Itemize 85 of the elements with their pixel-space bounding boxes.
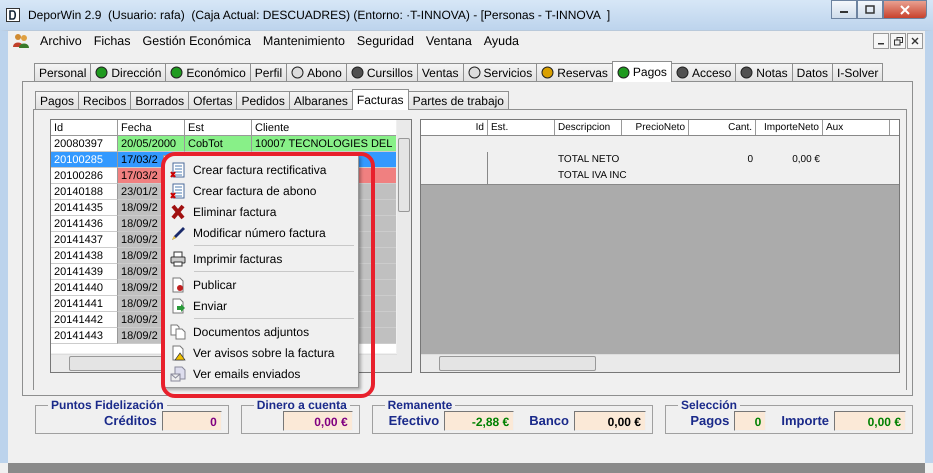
tab[interactable]: Cursillos <box>346 63 418 81</box>
documents-icon <box>170 324 186 340</box>
tab[interactable]: Ventas <box>416 63 464 81</box>
tab[interactable]: Ofertas <box>188 91 238 109</box>
menu-item[interactable]: Ventana <box>420 34 478 48</box>
people-icon[interactable] <box>12 33 30 49</box>
tab[interactable]: Perfil <box>250 63 288 81</box>
close-icon <box>899 4 911 14</box>
value-field: 0 <box>734 410 766 430</box>
field-label: Créditos <box>104 413 157 428</box>
group-title: Remanente <box>386 398 454 412</box>
field-label: Pagos <box>690 413 730 428</box>
column-header[interactable]: Id <box>51 120 118 136</box>
column-header[interactable]: Id <box>421 120 488 135</box>
table-cell: 10007 TECNOLOGIES DEL <box>252 136 396 152</box>
menu-item[interactable]: Seguridad <box>350 34 420 48</box>
column-header[interactable]: Descripcion <box>555 120 622 135</box>
vertical-scrollbar[interactable] <box>397 120 411 355</box>
menu-item[interactable]: Gestión Económica <box>136 34 257 48</box>
tab[interactable]: Reservas <box>536 63 613 81</box>
menu-item[interactable]: Ver emails enviados <box>166 363 356 384</box>
field-label: Importe <box>781 413 829 428</box>
maximize-icon <box>865 5 875 14</box>
tab[interactable]: Personal <box>34 63 92 81</box>
envelope-icon <box>170 366 186 382</box>
column-header[interactable]: Aux <box>823 120 890 135</box>
send-icon <box>170 298 186 314</box>
tab[interactable]: Acceso <box>670 63 736 81</box>
tab[interactable]: Pagos <box>35 91 80 109</box>
column-header[interactable]: ImporteNeto <box>756 120 823 135</box>
field-label: Efectivo <box>388 413 440 428</box>
printer-icon <box>170 250 186 266</box>
tab[interactable]: Notas <box>735 63 793 81</box>
tab[interactable]: Económico <box>165 63 251 81</box>
tab[interactable]: I-Solver <box>832 63 884 81</box>
tab[interactable]: Partes de trabajo <box>408 91 509 109</box>
value-field: 0,00 € <box>574 410 646 430</box>
field-label: Banco <box>529 413 569 428</box>
menu-item[interactable]: Ver avisos sobre la factura <box>166 342 356 363</box>
value-field: 0 <box>162 410 222 430</box>
tab[interactable]: Borrados <box>130 91 190 109</box>
document-icon <box>170 276 186 292</box>
horizontal-scrollbar[interactable] <box>421 354 899 372</box>
window-title: DeporWin 2.9 (Usuario: rafa) (Caja Actual: DESCUADRES) (Entorno: ·T-INNOVA) - [Personas - T-INNOVA ] <box>28 8 610 22</box>
menu-item[interactable]: Fichas <box>88 34 137 48</box>
table-cell-text: 0 <box>746 153 754 167</box>
warning-icon <box>170 344 186 360</box>
menu-item[interactable]: Archivo <box>34 34 88 48</box>
minimize-button[interactable] <box>873 33 889 49</box>
document-icon <box>170 182 186 198</box>
tab[interactable]: Albaranes <box>288 91 353 109</box>
table-cell-text: TOTAL NETO <box>557 153 620 167</box>
value-field: 0,00 € <box>282 410 353 430</box>
document-icon <box>170 162 186 178</box>
group-title: Puntos Fidelización <box>50 398 165 412</box>
column-header[interactable]: Cant. <box>689 120 756 135</box>
restore-button[interactable] <box>890 33 906 49</box>
table-cell: CobTot <box>185 136 252 152</box>
column-header[interactable]: PrecioNeto <box>622 120 689 135</box>
app-icon <box>6 8 20 22</box>
tab[interactable]: Pedidos <box>236 91 290 109</box>
table-cell-text: TOTAL IVA INC <box>557 169 628 183</box>
menu-item[interactable]: Ayuda <box>478 34 526 48</box>
maximize-button[interactable] <box>857 0 883 19</box>
tab[interactable]: Facturas <box>352 89 409 110</box>
column-header[interactable]: Est. <box>488 120 555 135</box>
group-title: Selección <box>680 398 738 412</box>
menu-item[interactable]: Mantenimiento <box>256 34 351 48</box>
restore-icon <box>894 36 902 46</box>
minimize-button[interactable] <box>831 0 857 19</box>
table-cell: 20/05/2000 <box>118 136 185 152</box>
close-icon <box>911 37 919 45</box>
tab[interactable]: Pagos <box>612 61 672 82</box>
group-title: Dinero a cuenta <box>256 398 348 412</box>
tab[interactable]: Servicios <box>462 63 538 81</box>
table-cell-text: 0,00 € <box>791 153 821 167</box>
tab[interactable]: Recibos <box>78 91 132 109</box>
tab[interactable]: Datos <box>792 63 834 81</box>
tab[interactable]: Dirección <box>90 63 166 81</box>
close-button[interactable] <box>907 33 923 49</box>
value-field: -2,88 € <box>444 410 514 430</box>
value-field: 0,00 € <box>834 410 906 430</box>
tab[interactable]: Abono <box>286 63 347 81</box>
delete-icon <box>170 204 186 220</box>
pen-icon <box>170 224 186 240</box>
